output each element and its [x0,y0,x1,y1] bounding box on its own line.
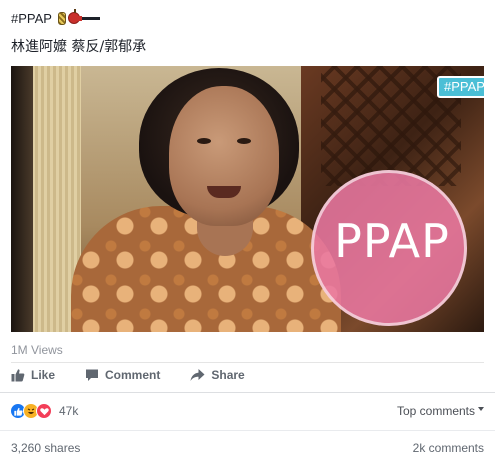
ppap-sticker-text: PPAP [334,214,450,268]
share-arrow-icon [190,369,205,381]
post-hashtag-line: #PPAP [11,9,100,27]
video-person-eye-left [197,138,211,144]
comment-label: Comment [105,368,161,382]
pen-icon [77,15,100,21]
hashtag-link[interactable]: #PPAP [11,11,52,26]
emoji-group [57,9,100,25]
comment-icon [86,369,99,381]
video-person-eye-right [237,138,251,144]
love-reaction-icon [36,403,52,419]
reaction-count: 47k [59,404,79,418]
pineapple-icon [57,11,66,25]
comment-button[interactable]: Comment [85,368,160,382]
divider [0,392,495,393]
like-button[interactable]: Like [11,368,55,382]
divider [0,430,495,431]
comment-count-link[interactable]: 2k comments [413,441,484,455]
action-bar: Like Comment Share [11,368,275,382]
thumbs-up-icon [11,369,25,382]
divider [11,362,484,363]
reaction-summary[interactable]: 47k [10,403,78,419]
video-person-mouth [207,186,241,198]
like-label: Like [31,368,56,382]
share-label: Share [211,368,245,382]
video-player[interactable]: PPAP #PPAP [11,66,484,332]
facebook-video-post: #PPAP 林進阿嬤 蔡反/郭郁承 PPAP #PPAP 1M Views Li… [0,0,495,461]
share-count-link[interactable]: 3,260 shares [11,441,80,455]
chevron-down-icon [478,407,484,411]
video-background-shadow [11,66,33,332]
comment-sort-dropdown[interactable]: Top comments [397,404,484,418]
video-person-face [169,86,279,226]
share-button[interactable]: Share [190,368,245,382]
view-count: 1M Views [11,343,63,357]
comment-sort-label: Top comments [396,404,475,418]
hashtag-badge: #PPAP [437,76,484,98]
post-caption: 林進阿嬤 蔡反/郭郁承 [11,39,147,55]
